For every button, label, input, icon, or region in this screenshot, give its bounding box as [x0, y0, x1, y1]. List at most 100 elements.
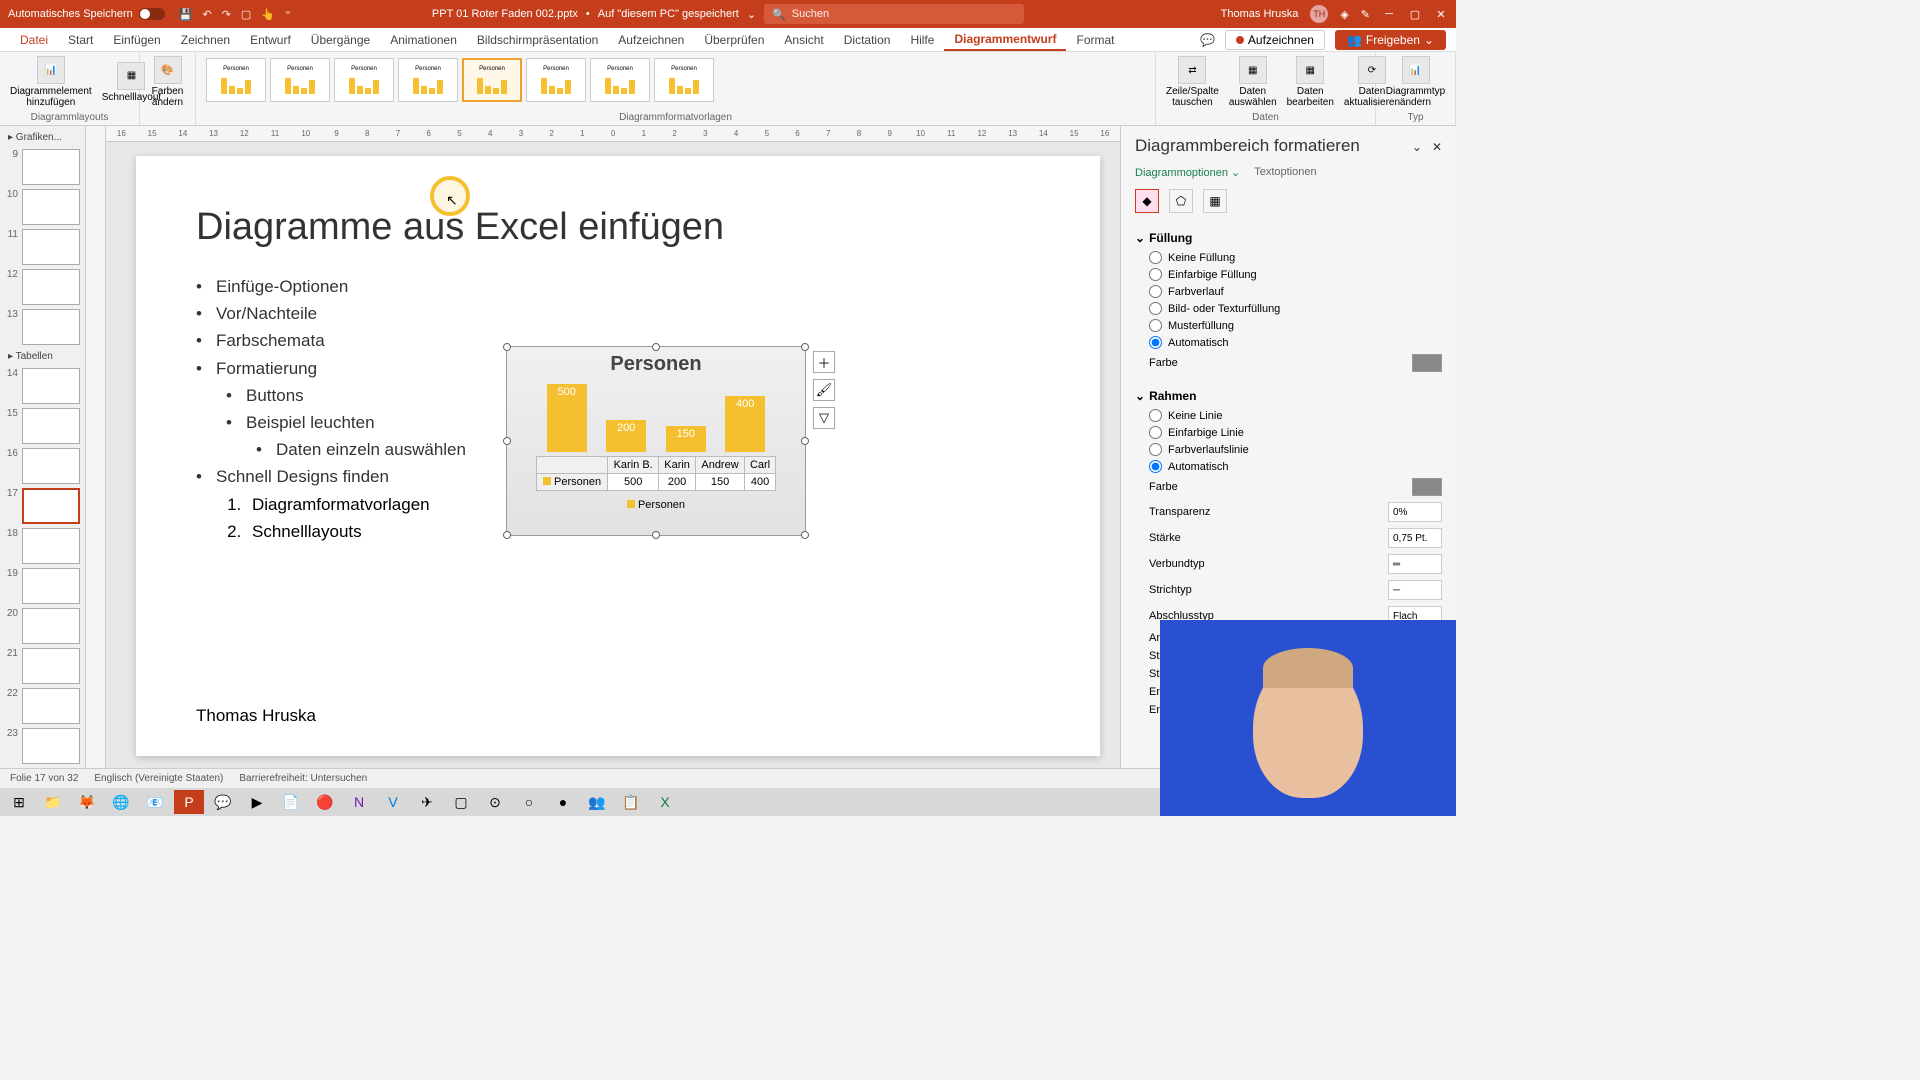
close-pane-icon[interactable]: ✕: [1432, 140, 1442, 154]
chrome-icon[interactable]: 🌐: [106, 790, 136, 814]
picture-fill-radio[interactable]: Bild- oder Texturfüllung: [1135, 300, 1442, 317]
resize-handle[interactable]: [503, 531, 511, 539]
chart-legend[interactable]: Personen: [507, 495, 805, 515]
slide-thumbnail[interactable]: 22: [4, 688, 81, 724]
solid-fill-radio[interactable]: Einfarbige Füllung: [1135, 266, 1442, 283]
slide-thumbnail[interactable]: 20: [4, 608, 81, 644]
slide-thumbnail[interactable]: 23: [4, 728, 81, 764]
user-name[interactable]: Thomas Hruska: [1221, 8, 1299, 20]
tab-animationen[interactable]: Animationen: [380, 28, 467, 51]
collapse-ribbon-icon[interactable]: 💬: [1200, 33, 1215, 47]
redo-icon[interactable]: ↷: [222, 8, 231, 21]
change-colors-button[interactable]: 🎨Farben ändern: [146, 54, 189, 110]
app-icon[interactable]: 📋: [616, 790, 646, 814]
more-icon[interactable]: ⁼: [285, 8, 291, 21]
app-icon[interactable]: ○: [514, 790, 544, 814]
tab-hilfe[interactable]: Hilfe: [900, 28, 944, 51]
accessibility-checker[interactable]: Barrierefreiheit: Untersuchen: [239, 773, 367, 784]
pattern-fill-radio[interactable]: Musterfüllung: [1135, 317, 1442, 334]
app-icon[interactable]: 🔴: [310, 790, 340, 814]
slide-thumbnail[interactable]: 13: [4, 309, 81, 345]
chart-bar[interactable]: 150: [666, 426, 706, 452]
file-explorer-icon[interactable]: 📁: [38, 790, 68, 814]
chart-data-table[interactable]: Karin B.KarinAndrewCarlPersonen500200150…: [536, 456, 776, 491]
app-icon[interactable]: 💬: [208, 790, 238, 814]
language-indicator[interactable]: Englisch (Vereinigte Staaten): [94, 773, 223, 784]
switch-row-column-button[interactable]: ⇄Zeile/Spalte tauschen: [1162, 54, 1223, 110]
slide-thumbnail[interactable]: 17: [4, 488, 81, 524]
text-options-tab[interactable]: Textoptionen: [1254, 166, 1316, 179]
resize-handle[interactable]: [801, 531, 809, 539]
tab-start[interactable]: Start: [58, 28, 103, 51]
slide-thumbnail[interactable]: 9: [4, 149, 81, 185]
pen-icon[interactable]: ✎: [1361, 8, 1370, 21]
resize-handle[interactable]: [801, 437, 809, 445]
slide-thumbnail[interactable]: 21: [4, 648, 81, 684]
diamond-icon[interactable]: ◈: [1340, 8, 1348, 21]
slide-thumbnail[interactable]: 18: [4, 528, 81, 564]
section-header[interactable]: ▸ Tabellen: [4, 349, 81, 364]
close-button[interactable]: ✕: [1434, 7, 1448, 21]
powerpoint-icon[interactable]: P: [174, 790, 204, 814]
transparency-input[interactable]: 0%: [1388, 502, 1442, 522]
slide-canvas[interactable]: Diagramme aus Excel einfügen Einfüge-Opt…: [136, 156, 1100, 756]
slide-thumbnails-panel[interactable]: ▸ Grafiken...910111213▸ Tabellen14151617…: [0, 126, 86, 776]
no-line-radio[interactable]: Keine Linie: [1135, 407, 1442, 424]
slide-thumbnail[interactable]: 16: [4, 448, 81, 484]
dash-type-dropdown[interactable]: ─: [1388, 580, 1442, 600]
border-color-picker[interactable]: [1412, 478, 1442, 496]
chart-style-thumb[interactable]: Personen: [270, 58, 330, 102]
chart-bar[interactable]: 500: [547, 384, 587, 452]
undo-icon[interactable]: ↶: [202, 8, 211, 21]
telegram-icon[interactable]: ✈: [412, 790, 442, 814]
tab-diagrammentwurf[interactable]: Diagrammentwurf: [944, 28, 1066, 51]
chart-style-thumb[interactable]: Personen: [654, 58, 714, 102]
select-data-button[interactable]: ▦Daten auswählen: [1225, 54, 1281, 110]
compound-type-dropdown[interactable]: ═: [1388, 554, 1442, 574]
auto-fill-radio[interactable]: Automatisch: [1135, 334, 1442, 351]
save-icon[interactable]: 💾: [179, 8, 193, 21]
start-button[interactable]: ⊞: [4, 790, 34, 814]
slide-title[interactable]: Diagramme aus Excel einfügen: [196, 206, 1040, 249]
record-button[interactable]: Aufzeichnen: [1225, 30, 1325, 50]
chart-styles-gallery[interactable]: PersonenPersonenPersonenPersonenPersonen…: [202, 54, 1149, 106]
chart-options-tab[interactable]: Diagrammoptionen ⌄: [1135, 166, 1240, 179]
user-avatar[interactable]: TH: [1310, 5, 1328, 23]
app-icon[interactable]: 👥: [582, 790, 612, 814]
chart-styles-button[interactable]: 🖌: [813, 379, 835, 401]
tab-aufzeichnen[interactable]: Aufzeichnen: [608, 28, 694, 51]
tab-einfügen[interactable]: Einfügen: [103, 28, 170, 51]
maximize-button[interactable]: ▢: [1408, 7, 1422, 21]
present-icon[interactable]: ▢: [241, 8, 251, 21]
app-icon[interactable]: 📄: [276, 790, 306, 814]
fill-color-picker[interactable]: [1412, 354, 1442, 372]
chart-bars[interactable]: 500200150400: [507, 382, 805, 452]
width-input[interactable]: 0,75 Pt.: [1388, 528, 1442, 548]
no-fill-radio[interactable]: Keine Füllung: [1135, 249, 1442, 266]
resize-handle[interactable]: [801, 343, 809, 351]
share-button[interactable]: 👥Freigeben⌄: [1335, 30, 1446, 50]
app-icon[interactable]: ●: [548, 790, 578, 814]
chart-elements-button[interactable]: ＋: [813, 351, 835, 373]
outlook-icon[interactable]: 📧: [140, 790, 170, 814]
app-icon[interactable]: ▢: [446, 790, 476, 814]
tab-format[interactable]: Format: [1066, 28, 1124, 51]
vscode-icon[interactable]: V: [378, 790, 408, 814]
toggle-switch[interactable]: [139, 8, 165, 20]
slide-thumbnail[interactable]: 10: [4, 189, 81, 225]
chevron-down-icon[interactable]: ⌄: [747, 8, 756, 21]
tab-dictation[interactable]: Dictation: [834, 28, 901, 51]
tab-überprüfen[interactable]: Überprüfen: [694, 28, 774, 51]
chart-style-thumb[interactable]: Personen: [398, 58, 458, 102]
section-header[interactable]: ▸ Grafiken...: [4, 130, 81, 145]
fill-line-icon[interactable]: ◆: [1135, 189, 1159, 213]
slide-counter[interactable]: Folie 17 von 32: [10, 773, 78, 784]
resize-handle[interactable]: [503, 343, 511, 351]
tab-zeichnen[interactable]: Zeichnen: [171, 28, 240, 51]
slide-thumbnail[interactable]: 14: [4, 368, 81, 404]
chart-style-thumb[interactable]: Personen: [206, 58, 266, 102]
gradient-fill-radio[interactable]: Farbverlauf: [1135, 283, 1442, 300]
resize-handle[interactable]: [503, 437, 511, 445]
effects-icon[interactable]: ⬠: [1169, 189, 1193, 213]
slide-thumbnail[interactable]: 12: [4, 269, 81, 305]
